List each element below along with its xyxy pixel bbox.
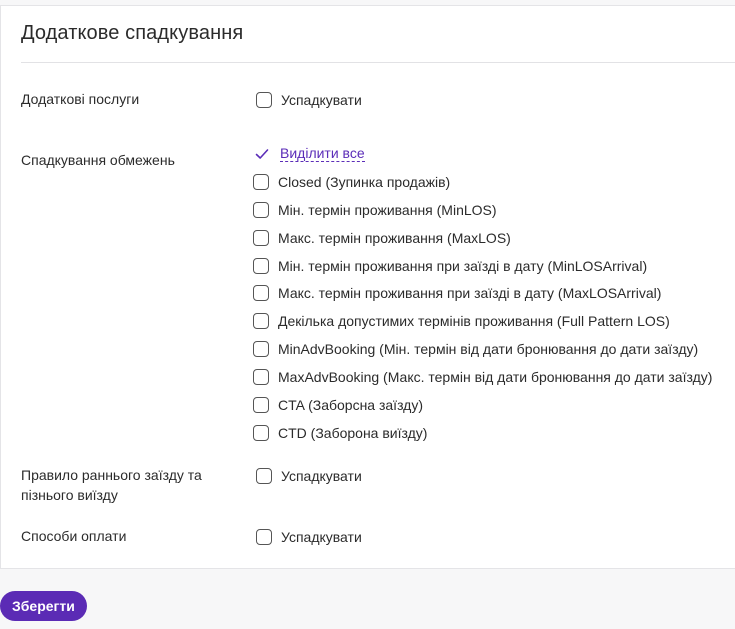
option-label: Декілька допустимих термінів проживання … xyxy=(278,313,670,329)
restriction-option-minadvbooking[interactable]: MinAdvBooking (Мін. термін від дати брон… xyxy=(253,341,698,357)
checkbox-box[interactable] xyxy=(256,92,272,108)
checkbox-box[interactable] xyxy=(253,425,269,441)
restriction-option-maxlos[interactable]: Макс. термін проживання (MaxLOS) xyxy=(253,230,511,246)
checkin-rule-label: Правило раннього заїзду та пізнього виїз… xyxy=(21,467,202,503)
inheritance-panel: Додаткове спадкування Додаткові послуги … xyxy=(0,5,735,569)
checkbox-box[interactable] xyxy=(253,341,269,357)
checkbox-box[interactable] xyxy=(253,397,269,413)
checkbox-box[interactable] xyxy=(256,529,272,545)
payment-methods-inherit-checkbox[interactable]: Успадкувати xyxy=(256,529,362,545)
option-label: CTD (Заборона виїзду) xyxy=(278,425,428,441)
checkbox-box[interactable] xyxy=(253,369,269,385)
checkbox-label: Успадкувати xyxy=(281,92,362,108)
restrictions-label: Спадкування обмежень xyxy=(21,152,175,168)
extra-services-inherit-checkbox[interactable]: Успадкувати xyxy=(256,92,362,108)
checkbox-label: Успадкувати xyxy=(281,468,362,484)
restriction-option-closed[interactable]: Closed (Зупинка продажів) xyxy=(253,174,450,190)
checkbox-label: Успадкувати xyxy=(281,529,362,545)
option-label: Closed (Зупинка продажів) xyxy=(278,174,451,190)
restriction-option-cta[interactable]: CTA (Заборсна заїзду) xyxy=(253,397,423,413)
checkbox-box[interactable] xyxy=(253,258,269,274)
option-label: MinAdvBooking (Мін. термін від дати брон… xyxy=(278,341,699,357)
option-label: Макс. термін проживання при заїзді в дат… xyxy=(278,285,662,301)
checkbox-box[interactable] xyxy=(253,285,269,301)
select-all[interactable]: Виділити все xyxy=(254,145,365,162)
select-all-link[interactable]: Виділити все xyxy=(280,145,365,162)
checkbox-box[interactable] xyxy=(253,313,269,329)
payment-methods-label: Способи оплати xyxy=(21,528,127,544)
checkin-rule-inherit-checkbox[interactable]: Успадкувати xyxy=(256,468,362,484)
option-label: CTA (Заборсна заїзду) xyxy=(278,397,424,413)
save-button[interactable]: Зберегти xyxy=(0,591,87,621)
option-label: Мін. термін проживання при заїзді в дату… xyxy=(278,258,648,274)
checkbox-box[interactable] xyxy=(256,468,272,484)
restriction-option-maxlosarrival[interactable]: Макс. термін проживання при заїзді в дат… xyxy=(253,285,661,301)
restriction-option-minlosarrival[interactable]: Мін. термін проживання при заїзді в дату… xyxy=(253,258,647,274)
restriction-option-full-pattern-los[interactable]: Декілька допустимих термінів проживання … xyxy=(253,313,670,329)
restriction-option-ctd[interactable]: CTD (Заборона виїзду) xyxy=(253,425,427,441)
section-title: Додаткове спадкування xyxy=(21,22,244,44)
checkbox-box[interactable] xyxy=(253,174,269,190)
checkbox-box[interactable] xyxy=(253,230,269,246)
title-divider xyxy=(21,62,735,63)
option-label: MaxAdvBooking (Макс. термін від дати бро… xyxy=(278,369,713,385)
restriction-option-maxadvbooking[interactable]: MaxAdvBooking (Макс. термін від дати бро… xyxy=(253,369,712,385)
option-label: Макс. термін проживання (MaxLOS) xyxy=(278,230,511,246)
extra-services-label: Додаткові послуги xyxy=(21,91,140,107)
checkmark-icon xyxy=(254,146,270,162)
checkbox-box[interactable] xyxy=(253,202,269,218)
option-label: Мін. термін проживання (MinLOS) xyxy=(278,202,497,218)
restriction-option-minlos[interactable]: Мін. термін проживання (MinLOS) xyxy=(253,202,497,218)
